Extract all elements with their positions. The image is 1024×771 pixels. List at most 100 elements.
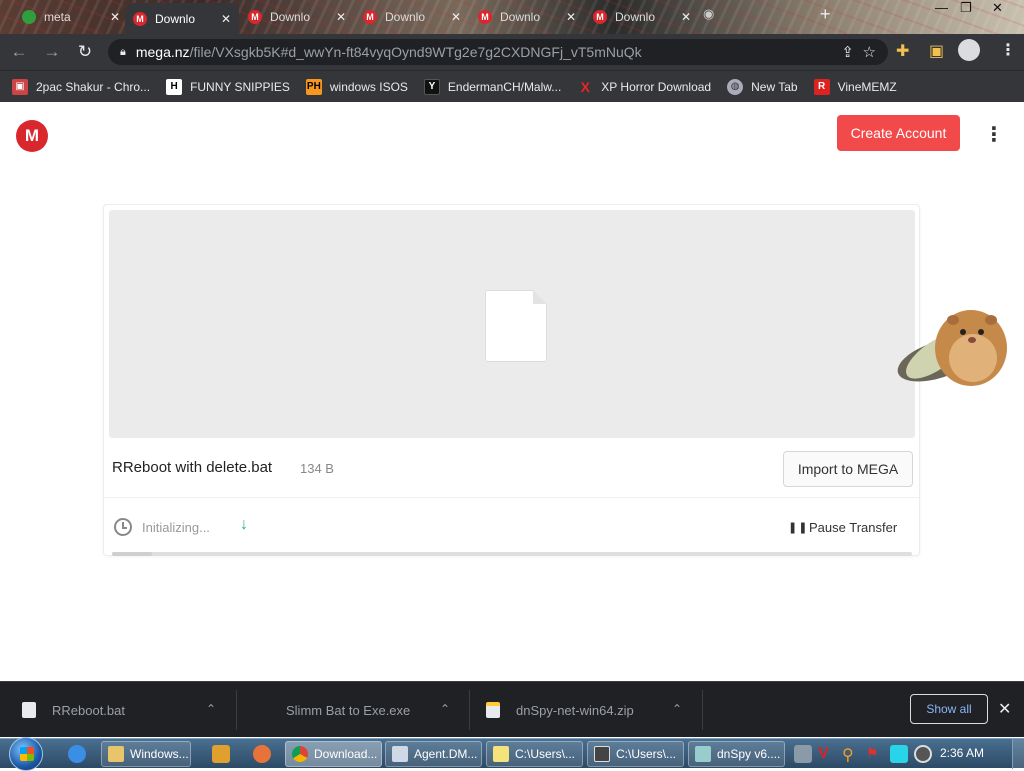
tray-volume-icon[interactable] (914, 745, 932, 763)
progress-fill (112, 552, 152, 556)
bookmark-label: 2pac Shakur - Chro... (36, 79, 151, 94)
chrome-icon (292, 746, 308, 762)
url-path: /file/VXsgkb5K#d_wwYn-ft84vyqOynd9WTg2e7… (189, 44, 642, 60)
browser-toolbar: ← → ↻ 🔒︎ mega.nz/file/VXsgkb5K#d_wwYn-ft… (0, 34, 1024, 70)
download-shelf: RReboot.bat ⌃ Slimm Bat to Exe.exe ⌃ dnS… (0, 681, 1024, 737)
bookmark-label: windows ISOS (329, 79, 408, 94)
tab-0[interactable]: meta ✕ (14, 4, 128, 30)
tray-app-icon[interactable] (794, 745, 812, 763)
taskbar-item-active[interactable]: Download... (285, 741, 382, 767)
download-item[interactable]: dnSpy-net-win64.zip ⌃ (486, 682, 698, 738)
dnspy-icon (695, 746, 711, 762)
back-arrow-icon[interactable]: ← (5, 38, 33, 66)
show-desktop-button[interactable] (1012, 739, 1024, 769)
taskbar-label: Download... (314, 747, 378, 761)
file-name: RReboot with delete.bat (112, 459, 273, 476)
clock-icon (114, 518, 132, 536)
exe-icon (256, 702, 270, 718)
github-tab-icon[interactable]: ◉ (703, 6, 714, 22)
url-host: mega.nz (135, 44, 190, 60)
download-item[interactable]: RReboot.bat ⌃ (22, 682, 232, 738)
shelf-separator (469, 690, 470, 730)
tray-monitor-icon[interactable] (890, 745, 908, 763)
explorer-icon (108, 746, 124, 762)
more-menu-icon[interactable]: ⋮ (984, 121, 1004, 149)
taskbar-item[interactable]: Windows... (101, 741, 191, 767)
bookmark-star-icon[interactable]: ☆ (863, 43, 876, 61)
tray-flag-icon[interactable]: ⚑ (866, 745, 884, 763)
share-icon[interactable]: ⇪ (841, 43, 854, 61)
globe-icon: ◍ (727, 78, 744, 95)
mega-logo[interactable]: M (16, 120, 48, 152)
tab-2[interactable]: M Downlo ✕ (240, 4, 354, 30)
download-name: dnSpy-net-win64.zip (516, 702, 634, 718)
hamster-mascot (897, 310, 1007, 386)
download-item[interactable]: Slimm Bat to Exe.exe ⌃ (256, 682, 466, 738)
import-to-mega-button[interactable]: Import to MEGA (783, 451, 913, 487)
internet-explorer-icon[interactable] (68, 745, 86, 763)
taskbar-item[interactable]: C:\Users\... (486, 741, 583, 767)
chevron-up-icon[interactable]: ⌃ (206, 702, 216, 716)
chevron-up-icon[interactable]: ⌃ (672, 702, 682, 716)
h-icon: H (166, 78, 183, 95)
taskbar-label: C:\Users\... (515, 747, 576, 761)
taskbar-label: Agent.DM... (414, 747, 478, 761)
bookmark-funny-snippies[interactable]: H FUNNY SNIPPIES (166, 78, 290, 95)
restore-icon[interactable]: ❐ (960, 0, 972, 16)
extensions-puzzle-icon[interactable]: ✚ (896, 41, 909, 61)
zip-icon (486, 702, 500, 718)
bookmark-label: EndermanCH/Malw... (447, 79, 562, 94)
taskbar-clock[interactable]: 2:36 AM (940, 746, 984, 760)
taskbar-label: dnSpy v6.... (717, 747, 781, 761)
tray-search-icon[interactable]: ⚲ (842, 745, 860, 764)
tab-5[interactable]: M Downlo ✕ (585, 4, 699, 30)
taskbar-item[interactable]: C:\Users\... (587, 741, 684, 767)
bookmark-windows-isos[interactable]: PH windows ISOS (305, 78, 408, 95)
tab-title: Downlo (155, 11, 196, 26)
app-launcher-icon[interactable] (253, 745, 271, 763)
close-icon[interactable]: ✕ (998, 699, 1011, 719)
tab-close-icon[interactable]: ✕ (336, 10, 346, 24)
chrome-menu-icon[interactable]: ⋮ (1000, 40, 1016, 60)
tab-4[interactable]: M Downlo ✕ (470, 4, 584, 30)
file-card: RReboot with delete.bat 134 B Import to … (103, 204, 920, 556)
tab-close-icon[interactable]: ✕ (110, 10, 120, 24)
bookmark-vinememz[interactable]: R VineMEMZ (813, 78, 897, 95)
profile-avatar-icon[interactable] (958, 39, 980, 61)
tray-v-icon[interactable]: V (818, 745, 836, 763)
media-player-icon[interactable] (212, 745, 230, 763)
windows-logo-icon (20, 747, 34, 761)
tab-close-icon[interactable]: ✕ (221, 12, 231, 26)
mega-favicon-icon: M (133, 11, 147, 26)
start-button[interactable] (9, 737, 43, 771)
create-account-button[interactable]: Create Account (837, 115, 960, 151)
window-close-icon[interactable]: ✕ (992, 0, 1003, 16)
file-icon (22, 702, 36, 718)
file-size: 134 B (300, 461, 334, 476)
bookmark-2pac[interactable]: ▣ 2pac Shakur - Chro... (12, 78, 151, 95)
pause-transfer-button[interactable]: Pause Transfer (809, 520, 897, 535)
reload-icon[interactable]: ↻ (71, 38, 99, 66)
chevron-up-icon[interactable]: ⌃ (440, 702, 450, 716)
7zip-icon (594, 746, 610, 762)
bookmark-xp-horror[interactable]: X XP Horror Download (577, 79, 712, 95)
bookmark-endermanch[interactable]: Y EndermanCH/Malw... (423, 78, 562, 95)
taskbar-item[interactable]: dnSpy v6.... (688, 741, 785, 767)
pause-icon[interactable]: ❚❚ (788, 521, 808, 534)
shelf-separator (236, 690, 237, 730)
tab-close-icon[interactable]: ✕ (566, 10, 576, 24)
tab-1-active[interactable]: M Downlo ✕ (125, 3, 240, 34)
tab-3[interactable]: M Downlo ✕ (355, 4, 469, 30)
address-bar[interactable]: 🔒︎ mega.nz/file/VXsgkb5K#d_wwYn-ft84vyqO… (108, 39, 888, 65)
side-panel-icon[interactable]: ▣ (929, 41, 944, 61)
tab-favicon-icon (22, 10, 36, 24)
show-all-button[interactable]: Show all (910, 694, 988, 724)
tab-title: meta (44, 10, 71, 24)
bookmark-new-tab[interactable]: ◍ New Tab (727, 78, 798, 95)
minimize-icon[interactable]: — (935, 0, 948, 15)
tab-close-icon[interactable]: ✕ (451, 10, 461, 24)
taskbar-item[interactable]: Agent.DM... (385, 741, 482, 767)
new-tab-icon[interactable]: + (820, 4, 831, 25)
forward-arrow-icon[interactable]: → (38, 38, 66, 66)
tab-close-icon[interactable]: ✕ (681, 10, 691, 24)
